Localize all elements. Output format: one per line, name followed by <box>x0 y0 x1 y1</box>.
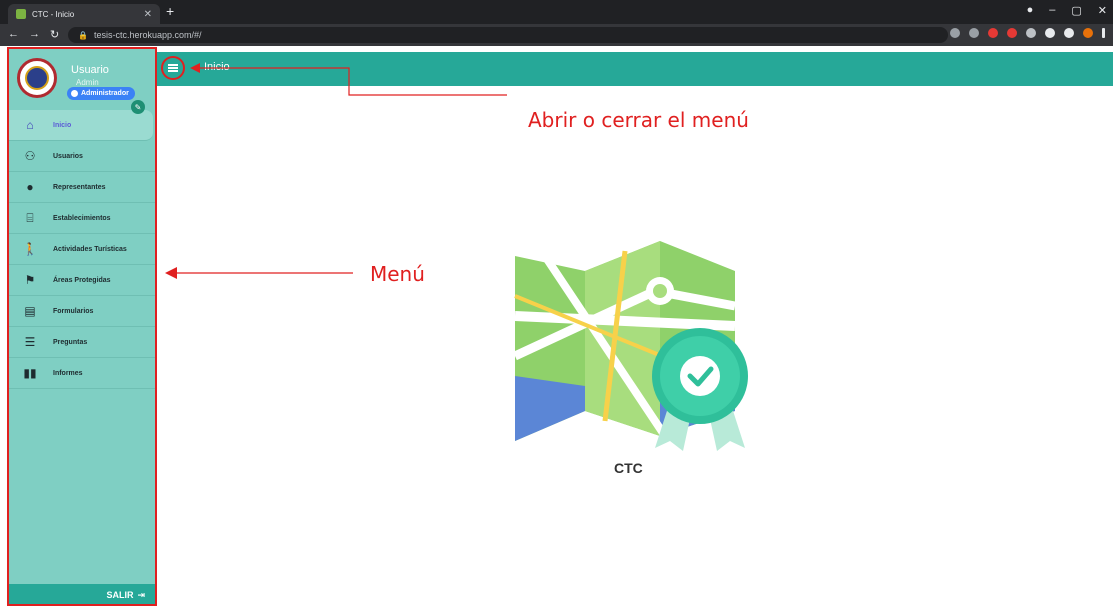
browser-toolbar: ← → ↻ 🔒 tesis-ctc.herokuapp.com/#/ <box>0 24 1113 46</box>
map-illustration <box>505 236 755 451</box>
minimize-icon[interactable]: – <box>1049 4 1055 17</box>
annotation-menu-toggle: Abrir o cerrar el menú <box>528 108 749 132</box>
key-icon[interactable] <box>950 28 960 38</box>
browser-tab[interactable]: CTC - Inicio ✕ <box>8 4 160 24</box>
brand-label: CTC <box>614 460 643 476</box>
more-icon[interactable] <box>1102 28 1105 38</box>
profile-icon[interactable]: ● <box>1027 4 1034 17</box>
forward-icon[interactable]: → <box>29 28 40 41</box>
playlist-icon[interactable] <box>1064 28 1074 38</box>
window-controls: ● – ▢ ✕ <box>1027 4 1107 17</box>
menu-toggle-button[interactable] <box>161 56 185 80</box>
star-icon[interactable] <box>969 28 979 38</box>
account-avatar[interactable] <box>1083 28 1093 38</box>
extension-icon[interactable] <box>1007 28 1017 38</box>
extensions-area <box>950 28 1105 38</box>
address-bar[interactable]: 🔒 tesis-ctc.herokuapp.com/#/ <box>68 27 948 43</box>
top-bar <box>157 52 1113 86</box>
page-title: Inicio <box>204 61 230 73</box>
tab-title: CTC - Inicio <box>32 9 75 19</box>
browser-tab-bar: CTC - Inicio ✕ + ● – ▢ ✕ <box>0 0 1113 24</box>
lock-icon: 🔒 <box>78 30 88 40</box>
reload-icon[interactable]: ↻ <box>50 28 59 41</box>
close-window-icon[interactable]: ✕ <box>1098 4 1107 17</box>
nav-buttons: ← → ↻ <box>8 28 59 41</box>
favicon-icon <box>16 9 26 19</box>
extension-icon[interactable] <box>988 28 998 38</box>
sidebar-highlight-box <box>7 47 157 606</box>
hamburger-icon <box>168 64 178 72</box>
new-tab-icon[interactable]: + <box>166 3 174 19</box>
arrow-head-menu <box>165 267 177 279</box>
annotation-menu: Menú <box>370 262 425 286</box>
maximize-icon[interactable]: ▢ <box>1071 4 1081 17</box>
back-icon[interactable]: ← <box>8 28 19 41</box>
url-text: tesis-ctc.herokuapp.com/#/ <box>93 30 202 40</box>
extension-icon[interactable] <box>1026 28 1036 38</box>
tab-close-icon[interactable]: ✕ <box>144 9 152 20</box>
puzzle-icon[interactable] <box>1045 28 1055 38</box>
